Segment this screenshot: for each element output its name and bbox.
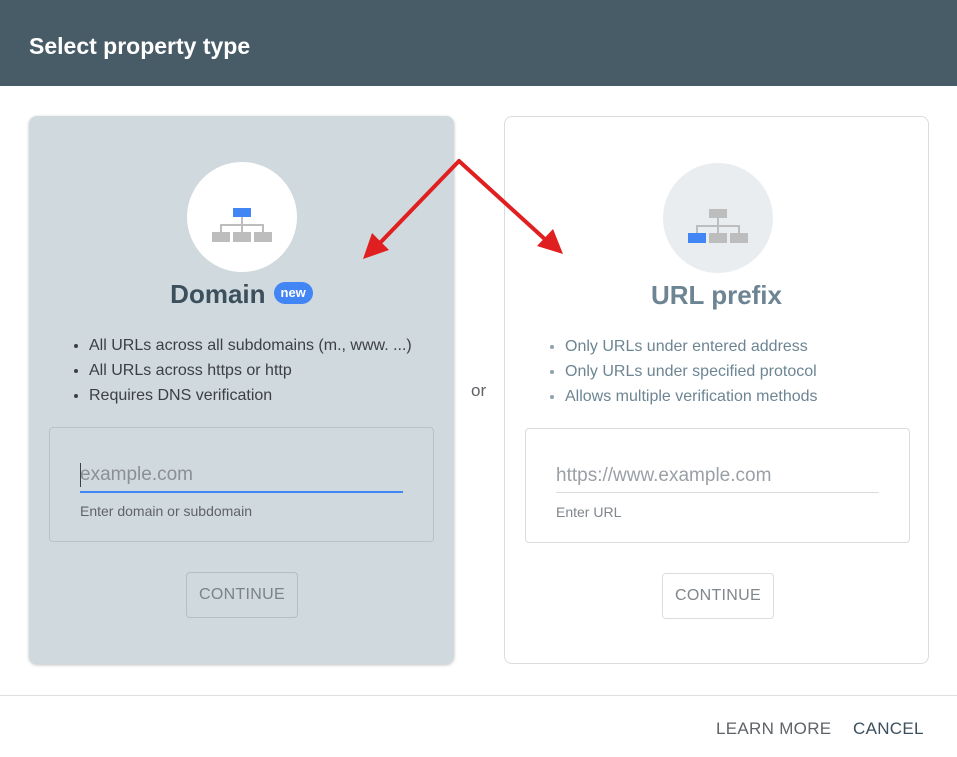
domain-card[interactable]: Domain new All URLs across all subdomains… bbox=[29, 116, 454, 664]
domain-title-text: Domain bbox=[170, 279, 266, 309]
learn-more-button[interactable]: LEARN MORE bbox=[716, 712, 831, 746]
url-helper-text: Enter URL bbox=[556, 504, 622, 520]
domain-card-title: Domain new bbox=[29, 277, 454, 311]
or-separator: or bbox=[471, 381, 487, 400]
url-continue-button[interactable]: CONTINUE bbox=[662, 573, 774, 619]
dialog-header: Select property type bbox=[0, 0, 957, 86]
text-cursor bbox=[80, 463, 81, 487]
select-property-dialog: Select property type Domain new • All UR… bbox=[0, 0, 957, 757]
url-prefix-card[interactable]: URL prefix Only URLs under entered addre… bbox=[504, 116, 929, 664]
new-badge: new bbox=[273, 282, 313, 305]
cancel-button[interactable]: CANCEL bbox=[853, 712, 924, 746]
dialog-title: Select property type bbox=[29, 33, 251, 59]
domain-icon-circle bbox=[187, 162, 297, 272]
domain-input-box: Enter domain or subdomain bbox=[49, 427, 434, 542]
url-input-box: Enter URL bbox=[525, 428, 910, 543]
domain-helper-text: Enter domain or subdomain bbox=[80, 503, 252, 519]
url-icon-circle bbox=[663, 163, 773, 273]
domain-continue-button[interactable]: CONTINUE bbox=[186, 572, 298, 618]
list-item: All URLs across https or http bbox=[89, 358, 412, 383]
footer-divider bbox=[0, 695, 957, 696]
list-item: Allows multiple verification methods bbox=[565, 384, 818, 409]
list-item: Only URLs under entered address bbox=[565, 334, 818, 359]
list-item: All URLs across all subdomains (m., www.… bbox=[89, 333, 412, 358]
domain-feature-list: All URLs across all subdomains (m., www.… bbox=[65, 333, 412, 408]
url-card-title: URL prefix bbox=[651, 280, 782, 310]
list-item: Only URLs under specified protocol bbox=[565, 359, 818, 384]
url-input[interactable] bbox=[556, 459, 879, 493]
domain-input[interactable] bbox=[80, 458, 403, 493]
url-feature-list: Only URLs under entered address Only URL… bbox=[541, 334, 818, 409]
list-item: Requires DNS verification bbox=[89, 383, 412, 408]
